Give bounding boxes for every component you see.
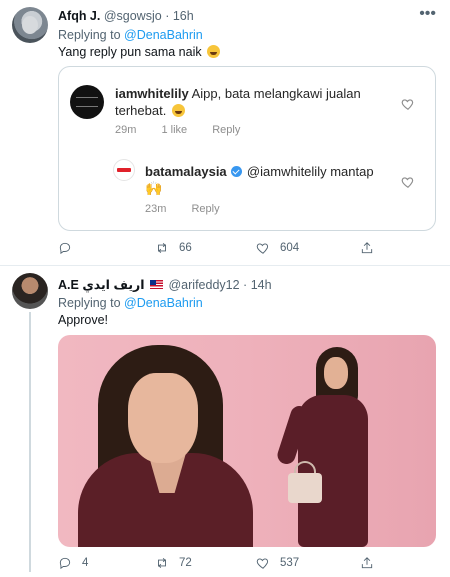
handbag xyxy=(288,473,322,503)
raised-hands-emoji-icon: 🙌 xyxy=(145,180,163,196)
display-name[interactable]: Afqh J. xyxy=(58,9,100,23)
thread-line xyxy=(29,312,31,572)
comment-2-content: @iamwhitelily mantap xyxy=(246,164,374,179)
comment-2-time: 23m xyxy=(145,203,167,215)
tweet-text: Yang reply pun sama naik xyxy=(58,45,221,59)
timestamp[interactable]: 16h xyxy=(173,9,194,23)
tweet-actions: 4 72 537 xyxy=(58,556,398,574)
reply-button[interactable] xyxy=(58,241,82,255)
heart-icon[interactable] xyxy=(401,175,415,189)
more-icon[interactable]: ••• xyxy=(419,5,436,23)
retweet-count: 72 xyxy=(179,557,192,569)
comment-2-user[interactable]: batamalaysia xyxy=(145,164,227,179)
laughing-emoji-icon xyxy=(207,45,221,58)
comment-1-meta: 29m 1 like Reply xyxy=(115,124,262,136)
share-icon xyxy=(361,242,373,254)
replying-prefix: Replying to xyxy=(58,296,121,310)
comment-2-meta: 23m Reply xyxy=(145,203,242,215)
display-name[interactable]: A.E اريف ايدي xyxy=(58,278,145,292)
comment-1-line2: terhebat. xyxy=(115,103,167,118)
verified-badge-icon xyxy=(231,166,243,177)
like-count: 604 xyxy=(280,242,300,254)
retweet-count: 66 xyxy=(179,242,192,254)
tweet-header: Afqh J. @sgowsjo · 16h xyxy=(58,9,194,23)
avatar[interactable] xyxy=(12,7,48,43)
replying-to: Replying to @DenaBahrin xyxy=(58,28,203,42)
retweet-icon xyxy=(158,243,166,253)
tweet-header: A.E اريف ايدي @arifeddy12 · 14h xyxy=(58,277,272,292)
comment-1-user[interactable]: iamwhitelily xyxy=(115,86,189,101)
malaysia-flag-icon xyxy=(150,280,163,289)
retweet-button[interactable]: 72 xyxy=(155,556,192,570)
comment-2-text: batamalaysia @iamwhitelily mantap 🙌 xyxy=(145,163,395,197)
reply-icon xyxy=(59,242,71,255)
tweet-text-content: Yang reply pun sama naik xyxy=(58,45,202,59)
comment-1-text: iamwhitelily Aipp, bata melangkawi juala… xyxy=(115,85,395,119)
share-button[interactable] xyxy=(360,556,374,570)
like-button[interactable]: 604 xyxy=(256,241,299,255)
avatar[interactable] xyxy=(12,273,48,309)
handle[interactable]: @arifeddy12 xyxy=(168,278,239,292)
reply-icon xyxy=(59,557,71,570)
tweet-photo[interactable] xyxy=(58,335,436,547)
reply-button[interactable]: 4 xyxy=(58,556,88,570)
like-button[interactable]: 537 xyxy=(256,556,299,570)
comment-1-reply[interactable]: Reply xyxy=(212,124,240,136)
iamwhitelily-avatar[interactable] xyxy=(70,85,104,119)
retweet-button[interactable]: 66 xyxy=(155,241,192,255)
mention-link[interactable]: @DenaBahrin xyxy=(124,28,203,42)
retweet-icon xyxy=(158,558,166,568)
replying-to: Replying to @DenaBahrin xyxy=(58,296,203,310)
tweet-actions: 66 604 xyxy=(58,241,398,259)
timestamp[interactable]: 14h xyxy=(251,278,272,292)
separator: · xyxy=(243,278,248,292)
share-icon xyxy=(361,557,373,569)
heart-icon xyxy=(256,243,269,254)
comment-1-time: 29m xyxy=(115,124,137,136)
share-button[interactable] xyxy=(360,241,374,255)
reply-count: 4 xyxy=(82,557,89,569)
heart-icon xyxy=(256,558,269,569)
tweet-1[interactable]: Afqh J. @sgowsjo · 16h ••• Replying to @… xyxy=(0,0,450,266)
smile-emoji-icon xyxy=(171,104,185,117)
embedded-instagram-card[interactable]: iamwhitelily Aipp, bata melangkawi juala… xyxy=(58,66,436,231)
separator: · xyxy=(165,9,170,23)
comment-2-reply[interactable]: Reply xyxy=(191,203,219,215)
heart-icon[interactable] xyxy=(401,97,415,111)
mention-link[interactable]: @DenaBahrin xyxy=(124,296,203,310)
like-count: 537 xyxy=(280,557,300,569)
comment-1-likes[interactable]: 1 like xyxy=(161,124,187,136)
replying-prefix: Replying to xyxy=(58,28,121,42)
batamalaysia-avatar[interactable] xyxy=(113,159,135,181)
tweet-2[interactable]: A.E اريف ايدي @arifeddy12 · 14h Replying… xyxy=(0,266,450,577)
handle[interactable]: @sgowsjo xyxy=(104,9,162,23)
tweet-text: Approve! xyxy=(58,313,109,327)
comment-1-line1: Aipp, bata melangkawi jualan xyxy=(191,86,361,101)
